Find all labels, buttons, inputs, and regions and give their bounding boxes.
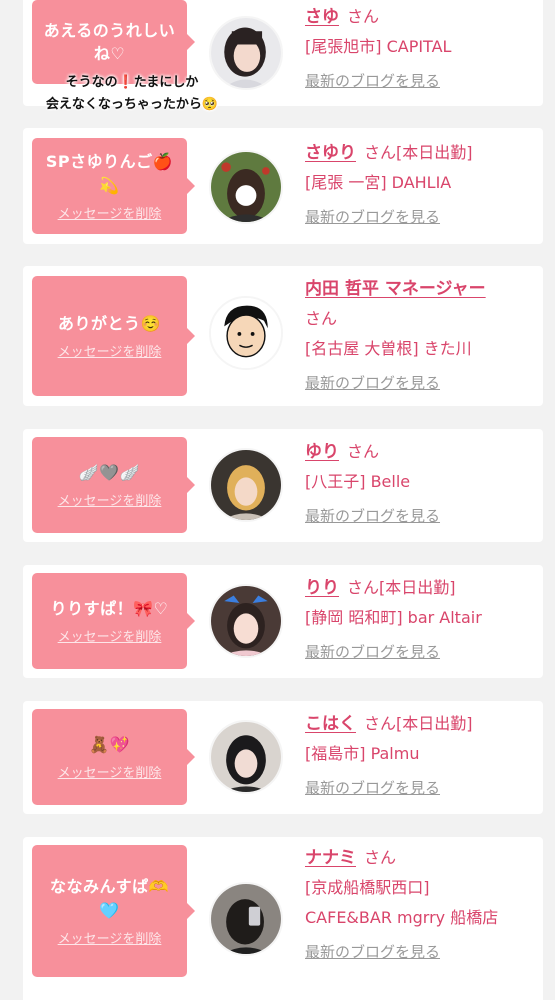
- delete-message-link[interactable]: メッセージを削除: [58, 203, 162, 222]
- latest-blog-link[interactable]: 最新のブログを見る: [305, 773, 440, 803]
- shop-label: [福島市] Palmu: [305, 744, 420, 763]
- san-suffix: さん: [364, 848, 397, 867]
- message-card: 🧸💖 メッセージを削除 こはく さん[本日出勤] [福島市] Palmu 最新のブ…: [23, 701, 543, 814]
- message-card: 🪽🩶🪽 メッセージを削除 ゆり さん [八王子] Belle 最新のブログを見る: [23, 429, 543, 542]
- profile-name-link[interactable]: 内田 哲平 マネージャー: [305, 279, 486, 299]
- message-text: SPさゆりんご🍎💫: [45, 152, 174, 195]
- message-text: あえるのうれしいね♡: [43, 20, 176, 63]
- san-suffix: さん: [347, 442, 380, 461]
- delete-message-link[interactable]: メッセージを削除: [58, 490, 162, 509]
- avatar[interactable]: [209, 150, 283, 224]
- profile-info: ナナミ さん [京成船橋駅西口] CAFE&BAR mgrry 船橋店 最新のブロ…: [305, 843, 537, 967]
- latest-blog-link[interactable]: 最新のブログを見る: [305, 66, 440, 96]
- message-bubble: 🪽🩶🪽 メッセージを削除: [32, 437, 195, 533]
- message-bubble: ありがとう☺️ メッセージを削除: [32, 276, 195, 396]
- overlay-line-1: そうなの❗たまにしか: [65, 75, 199, 90]
- avatar[interactable]: [209, 296, 283, 370]
- shop-label: [八王子] Belle: [305, 472, 411, 491]
- message-card: SPさゆりんご🍎💫 メッセージを削除 さゆり さん[本日出勤] [尾張 一宮] D…: [23, 128, 543, 244]
- san-suffix: さん: [347, 7, 380, 26]
- message-text: 🪽🩶🪽: [78, 462, 141, 482]
- delete-message-link[interactable]: メッセージを削除: [58, 626, 162, 645]
- profile-name-link[interactable]: さゆ: [305, 7, 339, 27]
- avatar-illustration-icon: [211, 298, 281, 368]
- avatar-photo-icon: [211, 450, 281, 520]
- avatar[interactable]: [209, 448, 283, 522]
- avatar-photo-icon: [211, 884, 281, 954]
- profile-name-link[interactable]: さゆり: [305, 143, 356, 163]
- message-bubble: SPさゆりんご🍎💫 メッセージを削除: [32, 138, 195, 234]
- san-suffix: さん: [305, 309, 338, 328]
- message-text: 🧸💖: [89, 734, 130, 754]
- shop-label: [京成船橋駅西口] CAFE&BAR mgrry 船橋店: [305, 878, 499, 927]
- message-bubble: ななみんすぱ🫶🩵 メッセージを削除: [32, 845, 195, 977]
- san-suffix: さん: [364, 143, 397, 162]
- delete-message-link[interactable]: メッセージを削除: [58, 762, 162, 781]
- profile-name-link[interactable]: ゆり: [305, 442, 339, 462]
- shop-label: [静岡 昭和町] bar Altair: [305, 608, 482, 627]
- profile-name-link[interactable]: ナナミ: [305, 848, 356, 868]
- latest-blog-link[interactable]: 最新のブログを見る: [305, 637, 440, 667]
- delete-message-link[interactable]: メッセージを削除: [58, 341, 162, 360]
- message-text: ななみんすぱ🫶🩵: [49, 877, 170, 920]
- latest-blog-link[interactable]: 最新のブログを見る: [305, 368, 440, 398]
- message-bubble: りりすぱ！🎀♡ メッセージを削除: [32, 573, 195, 669]
- message-text: りりすぱ！🎀♡: [50, 598, 169, 618]
- message-card: ななみんすぱ🫶🩵 メッセージを削除 ナナミ さん [京成船橋駅西口] CAFE&B…: [23, 837, 543, 1000]
- profile-info: 内田 哲平 マネージャー さん [名古屋 大曽根] きた川 最新のブログを見る: [305, 274, 537, 398]
- shop-label: [尾張旭市] CAPITAL: [305, 37, 452, 56]
- message-card: ありがとう☺️ メッセージを削除 内田 哲平 マネージャー さん [名古屋 大曽…: [23, 266, 543, 406]
- profile-info: さゆ さん [尾張旭市] CAPITAL 最新のブログを見る: [305, 2, 537, 96]
- story-overlay-text: そうなの❗たまにしか 会えなくなっちゃったから🥺: [12, 72, 252, 116]
- san-suffix: さん: [364, 714, 397, 733]
- latest-blog-link[interactable]: 最新のブログを見る: [305, 202, 440, 232]
- latest-blog-link[interactable]: 最新のブログを見る: [305, 501, 440, 531]
- message-bubble: 🧸💖 メッセージを削除: [32, 709, 195, 805]
- avatar-photo-icon: [211, 586, 281, 656]
- delete-message-link[interactable]: メッセージを削除: [58, 928, 162, 947]
- latest-blog-link[interactable]: 最新のブログを見る: [305, 937, 440, 967]
- overlay-line-2: 会えなくなっちゃったから🥺: [45, 97, 219, 112]
- avatar-photo-icon: [211, 152, 281, 222]
- avatar[interactable]: [209, 882, 283, 956]
- avatar-photo-icon: [211, 722, 281, 792]
- profile-info: さゆり さん[本日出勤] [尾張 一宮] DAHLIA 最新のブログを見る: [305, 138, 537, 232]
- status-badge: [本日出勤]: [396, 714, 473, 733]
- profile-info: ゆり さん [八王子] Belle 最新のブログを見る: [305, 437, 537, 531]
- profile-name-link[interactable]: りり: [305, 578, 339, 598]
- avatar[interactable]: [209, 584, 283, 658]
- message-text: ありがとう☺️: [58, 313, 161, 333]
- avatar[interactable]: [209, 720, 283, 794]
- status-badge: [本日出勤]: [379, 578, 456, 597]
- shop-label: [名古屋 大曽根] きた川: [305, 339, 472, 358]
- status-badge: [本日出勤]: [396, 143, 473, 162]
- profile-name-link[interactable]: こはく: [305, 714, 356, 734]
- profile-info: こはく さん[本日出勤] [福島市] Palmu 最新のブログを見る: [305, 709, 537, 803]
- message-card: りりすぱ！🎀♡ メッセージを削除 りり さん[本日出勤] [静岡 昭和町] bar…: [23, 565, 543, 678]
- san-suffix: さん: [347, 578, 380, 597]
- profile-info: りり さん[本日出勤] [静岡 昭和町] bar Altair 最新のブログを見る: [305, 573, 537, 667]
- shop-label: [尾張 一宮] DAHLIA: [305, 173, 452, 192]
